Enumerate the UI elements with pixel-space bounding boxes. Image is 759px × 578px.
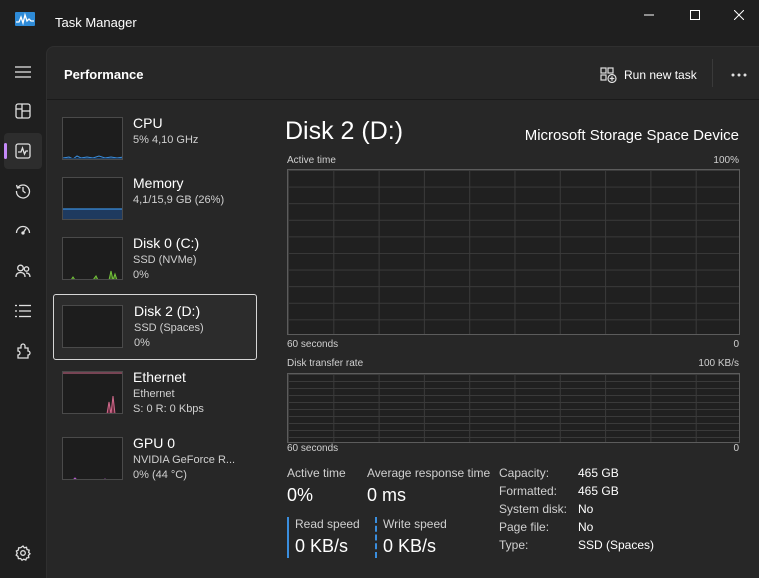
capacity-label: Capacity: bbox=[499, 466, 550, 480]
close-icon bbox=[734, 10, 744, 20]
device-model: NVIDIA GeForce R... bbox=[133, 454, 236, 466]
device-name: Disk 0 (C:) bbox=[133, 235, 200, 251]
active-time-label: Active time bbox=[287, 466, 346, 480]
memory-thumbnail-graph bbox=[62, 177, 123, 220]
navigation-rail bbox=[0, 46, 46, 578]
gpu-0-thumbnail-graph bbox=[62, 437, 123, 480]
transfer-rate-graph bbox=[287, 373, 740, 443]
device-item-disk-0[interactable]: Disk 0 (C:) SSD (NVMe) 0% bbox=[53, 224, 257, 290]
nav-settings[interactable] bbox=[4, 535, 42, 571]
nav-performance[interactable] bbox=[4, 133, 42, 169]
device-detail: 5% 4,10 GHz bbox=[133, 134, 199, 146]
page-title: Performance bbox=[64, 67, 144, 82]
device-item-gpu-0[interactable]: GPU 0 NVIDIA GeForce R... 0% (44 °C) bbox=[53, 424, 257, 490]
nav-app-history[interactable] bbox=[4, 173, 42, 209]
ethernet-thumbnail-graph bbox=[62, 371, 123, 414]
transfer-rate-graph-max: 100 KB/s bbox=[698, 358, 739, 369]
maximize-button[interactable] bbox=[672, 0, 718, 30]
active-time-graph-min: 0 bbox=[733, 339, 739, 350]
transfer-rate-graph-label: Disk transfer rate bbox=[287, 358, 364, 369]
device-usage: 0% bbox=[133, 269, 149, 281]
device-type: SSD (NVMe) bbox=[133, 254, 197, 266]
processes-icon bbox=[15, 103, 31, 119]
maximize-icon bbox=[690, 10, 700, 20]
device-detail: 4,1/15,9 GB (26%) bbox=[133, 194, 225, 206]
device-name: GPU 0 bbox=[133, 435, 176, 451]
title-bar: Task Manager bbox=[0, 0, 759, 46]
active-time-graph bbox=[287, 169, 740, 335]
more-icon bbox=[731, 73, 747, 77]
device-adapter: Ethernet bbox=[133, 388, 175, 400]
main-panel: Performance Run new task CPU 5% 4,10 GHz… bbox=[46, 46, 759, 578]
app-history-icon bbox=[15, 184, 31, 199]
minimize-button[interactable] bbox=[626, 0, 672, 30]
device-throughput: S: 0 R: 0 Kbps bbox=[133, 403, 204, 415]
run-new-task-icon bbox=[600, 67, 617, 83]
read-speed-indicator bbox=[287, 517, 289, 558]
nav-menu-button[interactable] bbox=[4, 54, 42, 90]
device-name: CPU bbox=[133, 115, 163, 131]
disk-2-thumbnail-graph bbox=[62, 305, 123, 348]
active-time-graph-max: 100% bbox=[713, 155, 739, 166]
startup-apps-icon bbox=[15, 225, 31, 235]
device-item-cpu[interactable]: CPU 5% 4,10 GHz bbox=[53, 104, 257, 170]
avg-response-value: 0 ms bbox=[367, 485, 407, 505]
device-usage: 0% bbox=[134, 337, 150, 349]
services-icon bbox=[17, 343, 31, 359]
window-title: Task Manager bbox=[55, 15, 137, 30]
page-file-label: Page file: bbox=[499, 520, 550, 534]
write-speed-indicator bbox=[375, 517, 377, 558]
device-item-disk-2[interactable]: Disk 2 (D:) SSD (Spaces) 0% bbox=[53, 294, 257, 360]
nav-startup-apps[interactable] bbox=[4, 213, 42, 249]
system-disk-label: System disk: bbox=[499, 502, 568, 516]
formatted-label: Formatted: bbox=[499, 484, 558, 498]
device-type: SSD (Spaces) bbox=[134, 322, 204, 334]
settings-icon bbox=[15, 545, 31, 561]
hamburger-icon bbox=[15, 66, 31, 78]
nav-services[interactable] bbox=[4, 333, 42, 369]
close-button[interactable] bbox=[716, 0, 759, 30]
disk-0-thumbnail-graph bbox=[62, 237, 123, 280]
details-icon bbox=[15, 304, 31, 318]
nav-details[interactable] bbox=[4, 293, 42, 329]
type-value: SSD (Spaces) bbox=[578, 538, 655, 552]
read-speed-value: 0 KB/s bbox=[295, 536, 349, 556]
page-header: Performance Run new task bbox=[47, 47, 759, 100]
active-time-graph-label: Active time bbox=[287, 155, 336, 166]
transfer-rate-graph-timespan: 60 seconds bbox=[287, 443, 339, 454]
more-options-button[interactable] bbox=[725, 64, 753, 86]
nav-processes[interactable] bbox=[4, 93, 42, 129]
device-usage: 0% (44 °C) bbox=[133, 469, 187, 481]
task-manager-app-icon bbox=[15, 12, 35, 26]
users-icon bbox=[15, 264, 31, 278]
active-time-value: 0% bbox=[287, 485, 314, 505]
cpu-thumbnail-graph bbox=[62, 117, 123, 160]
device-name: Disk 2 (D:) bbox=[134, 303, 201, 319]
avg-response-label: Average response time bbox=[367, 466, 491, 480]
run-new-task-button[interactable]: Run new task bbox=[600, 64, 697, 86]
device-item-ethernet[interactable]: Ethernet Ethernet S: 0 R: 0 Kbps bbox=[53, 358, 257, 424]
write-speed-value: 0 KB/s bbox=[383, 536, 437, 556]
device-name: Ethernet bbox=[133, 369, 186, 385]
system-disk-value: No bbox=[578, 502, 594, 516]
write-speed-label: Write speed bbox=[383, 517, 447, 531]
run-new-task-label: Run new task bbox=[624, 68, 697, 82]
disk-model: Microsoft Storage Space Device bbox=[524, 127, 739, 144]
transfer-rate-graph-min: 0 bbox=[733, 443, 739, 454]
type-label: Type: bbox=[499, 538, 529, 552]
nav-users[interactable] bbox=[4, 253, 42, 289]
performance-icon bbox=[15, 143, 31, 159]
active-time-graph-timespan: 60 seconds bbox=[287, 339, 339, 350]
page-file-value: No bbox=[578, 520, 594, 534]
capacity-value: 465 GB bbox=[578, 466, 619, 480]
device-item-memory[interactable]: Memory 4,1/15,9 GB (26%) bbox=[53, 164, 257, 230]
disk-title: Disk 2 (D:) bbox=[285, 117, 404, 145]
minimize-icon bbox=[644, 14, 654, 16]
header-divider bbox=[712, 59, 713, 87]
read-speed-label: Read speed bbox=[295, 517, 360, 531]
formatted-value: 465 GB bbox=[578, 484, 619, 498]
device-name: Memory bbox=[133, 175, 184, 191]
